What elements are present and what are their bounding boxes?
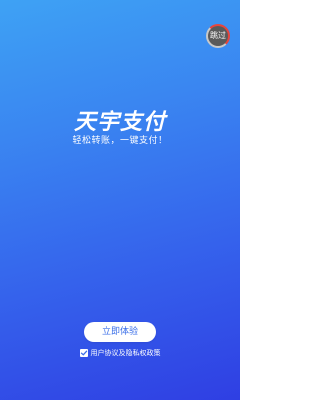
skip-button[interactable]: 跳过 — [206, 24, 230, 48]
experience-now-button[interactable]: 立即体验 — [84, 322, 156, 342]
agreement-checkbox[interactable] — [79, 349, 88, 357]
skip-label: 跳过 — [210, 31, 226, 40]
checkmark-icon — [80, 350, 87, 356]
agreement-link[interactable]: 用户协议及隐私权政策 — [91, 348, 161, 358]
app-slogan: 轻松转账，一键支付！ — [72, 136, 168, 146]
splash-screen: 跳过 天宇支付 轻松转账，一键支付！ 立即体验 用户协议及隐私权政策 — [0, 0, 240, 400]
app-title: 天宇支付 — [73, 110, 166, 135]
agreement-row: 用户协议及隐私权政策 — [0, 348, 240, 358]
